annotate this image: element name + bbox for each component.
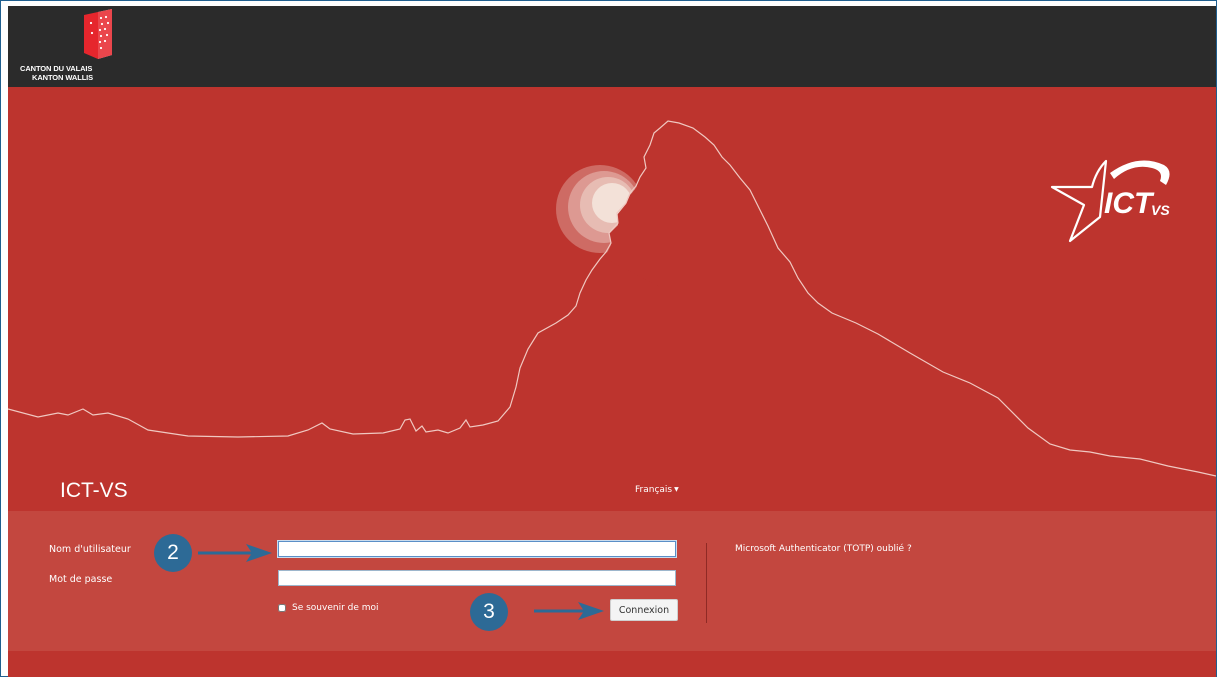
canton-crest-icon xyxy=(84,9,112,59)
step-3-arrow-icon xyxy=(534,602,604,620)
canton-line-fr: CANTON DU VALAIS xyxy=(20,64,93,73)
page-title: ICT-VS xyxy=(60,479,128,502)
caret-down-icon: ▼ xyxy=(674,486,679,493)
vs-logo-text: VS xyxy=(1151,202,1170,218)
ict-vs-logo: ICT VS xyxy=(1050,159,1170,243)
language-label: Français xyxy=(635,485,673,495)
step-2-callout: 2 xyxy=(154,534,192,572)
canton-wordmark: CANTON DU VALAIS KANTON WALLIS xyxy=(20,64,110,82)
password-input[interactable] xyxy=(278,570,676,586)
remember-me[interactable]: Se souvenir de moi xyxy=(278,603,379,613)
totp-forgot-link[interactable]: Microsoft Authenticator (TOTP) oublié ? xyxy=(735,544,912,554)
username-label: Nom d'utilisateur xyxy=(49,544,131,555)
hero-background: ICT VS ICT-VS Français ▼ Nom d'utilisateu… xyxy=(8,87,1216,677)
remember-me-label: Se souvenir de moi xyxy=(292,603,379,613)
login-button[interactable]: Connexion xyxy=(610,599,678,621)
login-panel: Nom d'utilisateur Mot de passe Se souven… xyxy=(8,511,1216,651)
username-input[interactable] xyxy=(278,541,676,557)
language-selector[interactable]: Français ▼ xyxy=(635,485,679,495)
ict-logo-text: ICT xyxy=(1104,187,1155,220)
top-header: CANTON DU VALAIS KANTON WALLIS xyxy=(8,6,1216,87)
step-2-arrow-icon xyxy=(198,544,272,562)
remember-me-checkbox[interactable] xyxy=(278,604,286,612)
step-3-callout: 3 xyxy=(470,593,508,631)
canton-line-de: KANTON WALLIS xyxy=(32,73,94,82)
password-label: Mot de passe xyxy=(49,574,113,585)
vertical-divider xyxy=(706,543,707,623)
